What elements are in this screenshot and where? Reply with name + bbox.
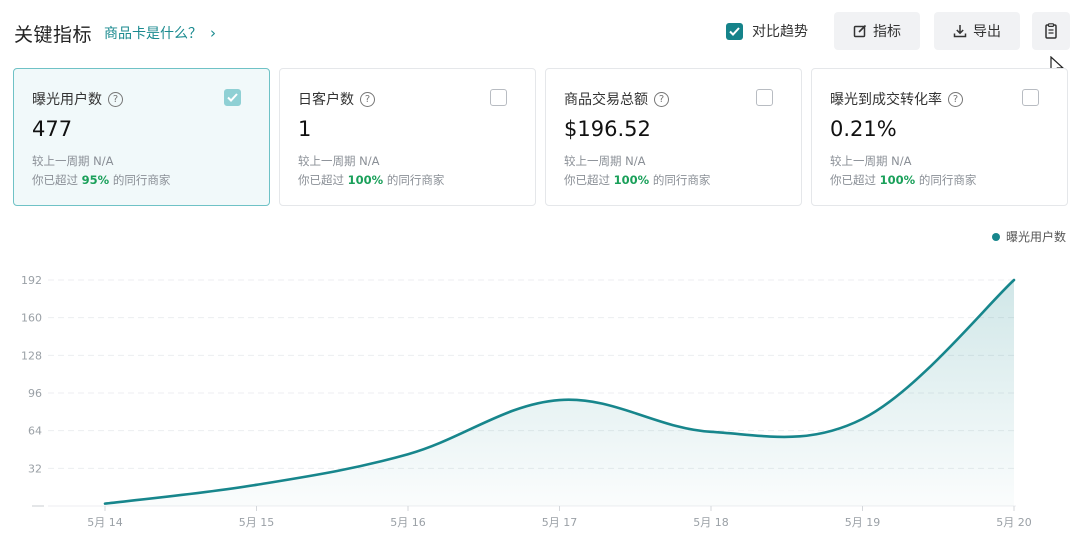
y-tick-label: 160 [21, 312, 42, 325]
exceed-prefix: 你已超过 [564, 173, 614, 187]
help-link-label: 商品卡是什么？ [104, 26, 202, 42]
x-tick-label: 5月 17 [542, 516, 578, 529]
x-tick-label: 5月 20 [996, 516, 1032, 529]
document-icon [1044, 23, 1058, 39]
legend-label: 曝光用户数 [1005, 230, 1066, 244]
metric-card-compare: 较上一周期 N/A [830, 154, 912, 168]
help-icon[interactable]: ? [360, 91, 375, 107]
exceed-prefix: 你已超过 [830, 173, 880, 187]
header: 关键指标 商品卡是什么？ › 对比趋势 指标 导出 [14, 12, 1070, 54]
metric-card-compare: 较上一周期 N/A [564, 154, 646, 168]
export-button-label: 导出 [973, 24, 1001, 40]
x-tick-label: 5月 14 [87, 516, 123, 529]
metric-card-label: 日客户数 ? [298, 89, 375, 109]
trend-chart[interactable]: 32 64 96 128 160 192 5月 14 5月 15 5月 16 5月 17 5月 18… [0, 250, 1080, 550]
metric-card-label: 曝光到成交转化率 ? [830, 89, 963, 109]
y-tick-label: 96 [28, 387, 42, 400]
download-icon [953, 24, 967, 38]
edit-icon [853, 24, 867, 38]
x-tick-label: 5月 15 [239, 516, 275, 529]
metric-card-label: 曝光用户数 ? [32, 89, 123, 109]
exceed-suffix: 的同行商家 [383, 173, 445, 187]
metric-card-value: 1 [298, 117, 312, 141]
help-icon[interactable]: ? [948, 91, 963, 107]
exceed-suffix: 的同行商家 [915, 173, 977, 187]
metric-button-label: 指标 [873, 24, 901, 40]
x-tick-label: 5月 18 [693, 516, 729, 529]
metric-card-title: 商品交易总额 [564, 92, 648, 108]
chevron-right-icon: › [210, 24, 216, 42]
help-link[interactable]: 商品卡是什么？ › [104, 23, 216, 43]
metric-card-checkbox[interactable] [490, 89, 507, 106]
page-title: 关键指标 [14, 24, 93, 46]
exceed-prefix: 你已超过 [298, 173, 348, 187]
metric-card-label: 商品交易总额 ? [564, 89, 669, 109]
metric-card-compare: 较上一周期 N/A [298, 154, 380, 168]
help-icon[interactable]: ? [654, 91, 669, 107]
y-tick-label: 32 [28, 462, 42, 475]
metric-card-exceed: 你已超过 95% 的同行商家 [32, 172, 170, 188]
exceed-percent: 100% [347, 173, 384, 187]
document-button[interactable] [1032, 12, 1070, 50]
x-tick-label: 5月 16 [390, 516, 426, 529]
exceed-percent: 100% [613, 173, 650, 187]
exceed-prefix: 你已超过 [32, 173, 82, 187]
metric-card-title: 日客户数 [298, 92, 354, 108]
metric-card-checkbox[interactable] [224, 89, 241, 106]
compare-trend-label: 对比趋势 [752, 24, 808, 40]
metric-card-daily-customers[interactable]: 日客户数 ? 1 较上一周期 N/A 你已超过 100% 的同行商家 [279, 68, 536, 206]
metric-card-value: 477 [32, 117, 73, 141]
y-tick-label: 64 [28, 425, 42, 438]
exceed-percent: 100% [879, 173, 916, 187]
export-button[interactable]: 导出 [934, 12, 1020, 50]
metric-cards: 曝光用户数 ? 477 较上一周期 N/A 你已超过 95% 的同行商家 日客户… [13, 68, 1069, 206]
metric-card-checkbox[interactable] [756, 89, 773, 106]
metric-card-title: 曝光用户数 [32, 92, 102, 108]
help-icon[interactable]: ? [108, 91, 123, 107]
metric-card-checkbox[interactable] [1022, 89, 1039, 106]
metric-card-gmv[interactable]: 商品交易总额 ? $196.52 较上一周期 N/A 你已超过 100% 的同行… [545, 68, 802, 206]
metric-card-value: 0.21% [830, 117, 897, 141]
metric-button[interactable]: 指标 [834, 12, 920, 50]
metric-card-value: $196.52 [564, 117, 651, 141]
compare-trend-checkbox[interactable]: 对比趋势 [726, 21, 808, 41]
exceed-suffix: 的同行商家 [649, 173, 711, 187]
metric-card-compare: 较上一周期 N/A [32, 154, 114, 168]
exceed-suffix: 的同行商家 [109, 173, 171, 187]
metric-card-exceed: 你已超过 100% 的同行商家 [830, 172, 976, 188]
metric-card-exceed: 你已超过 100% 的同行商家 [564, 172, 710, 188]
x-tick-label: 5月 19 [845, 516, 881, 529]
checkbox-checked-icon [726, 22, 743, 40]
metric-card-title: 曝光到成交转化率 [830, 92, 942, 108]
metric-card-exceed: 你已超过 100% 的同行商家 [298, 172, 444, 188]
metric-card-exposure-users[interactable]: 曝光用户数 ? 477 较上一周期 N/A 你已超过 95% 的同行商家 [13, 68, 270, 206]
metric-card-conversion-rate[interactable]: 曝光到成交转化率 ? 0.21% 较上一周期 N/A 你已超过 100% 的同行… [811, 68, 1068, 206]
y-tick-label: 128 [21, 349, 42, 362]
chart-legend[interactable]: 曝光用户数 [991, 228, 1066, 245]
y-tick-label: 192 [21, 274, 42, 287]
exceed-percent: 95% [81, 173, 110, 187]
legend-dot-icon [991, 232, 1000, 241]
